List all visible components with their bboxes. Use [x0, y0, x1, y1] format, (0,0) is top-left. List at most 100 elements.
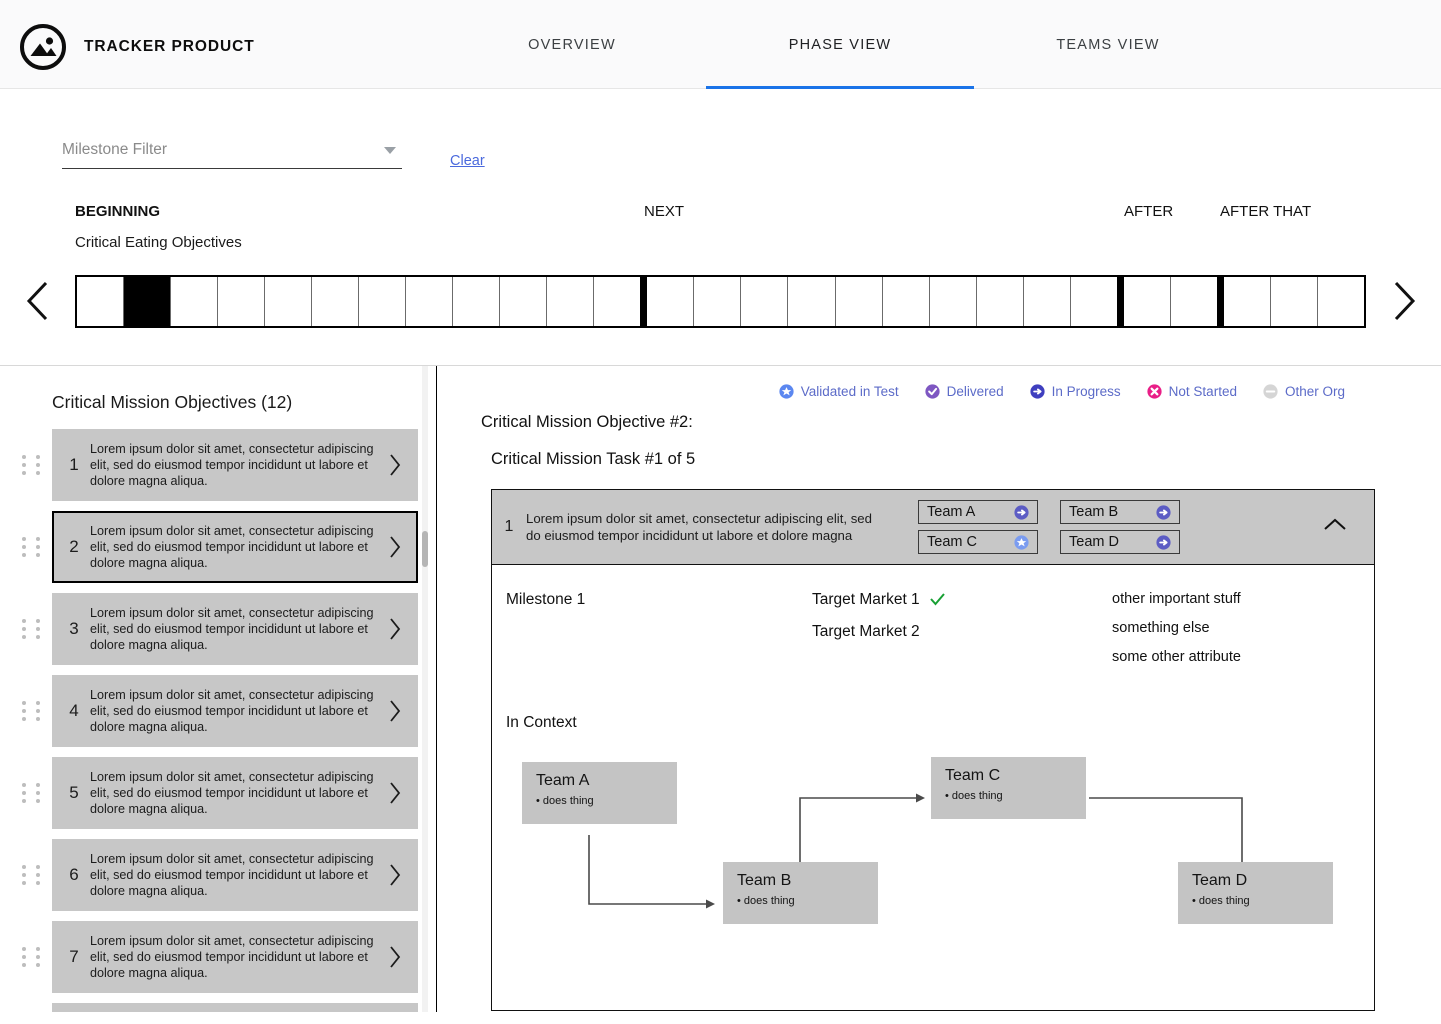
objective-card[interactable]: 3 Lorem ipsum dolor sit amet, consectetur… [52, 593, 418, 665]
flow-node[interactable]: Team A • does thing [522, 762, 677, 824]
timeline-cell[interactable] [694, 276, 742, 326]
objective-card[interactable]: 4 Lorem ipsum dolor sit amet, consectetur… [52, 675, 418, 747]
timeline-cell[interactable] [647, 276, 695, 326]
timeline-cell[interactable] [976, 276, 1024, 326]
chevron-up-icon [1322, 517, 1348, 538]
timeline-cell[interactable] [547, 276, 595, 326]
legend-item[interactable]: Other Org [1263, 384, 1345, 399]
chevron-right-icon[interactable] [384, 944, 406, 970]
team-chip-grid: Team A Team B Team C Team D [886, 500, 1296, 554]
clear-filter-link[interactable]: Clear [450, 153, 485, 169]
drag-handle-icon[interactable] [22, 698, 44, 724]
timeline-cell[interactable] [359, 276, 407, 326]
objectives-panel-title: Critical Mission Objectives (12) [52, 392, 293, 412]
phase-label-row: BEGINNING NEXT AFTER AFTER THAT [0, 203, 1441, 227]
legend-item[interactable]: In Progress [1030, 384, 1121, 399]
flow-node[interactable]: Team C • does thing [931, 757, 1086, 819]
flow-node-bullet: • does thing [945, 790, 1003, 802]
drag-handle-icon[interactable] [22, 862, 44, 888]
timeline-cell[interactable] [312, 276, 360, 326]
timeline-cell[interactable] [1270, 276, 1318, 326]
timeline-cell[interactable] [218, 276, 266, 326]
legend-item[interactable]: Validated in Test [779, 384, 899, 399]
team-chip[interactable]: Team B [1060, 500, 1180, 524]
legend-item[interactable]: Delivered [925, 384, 1004, 399]
drag-handle-icon[interactable] [22, 616, 44, 642]
tab-teams-view[interactable]: TEAMS VIEW [974, 0, 1242, 89]
task-description: Lorem ipsum dolor sit amet, consectetur … [526, 511, 872, 543]
phase-subtitle: Critical Eating Objectives [75, 234, 242, 251]
drag-handle-icon[interactable] [22, 534, 44, 560]
timeline-cell[interactable] [882, 276, 930, 326]
timeline-cell[interactable] [1223, 276, 1271, 326]
milestone-filter-select[interactable]: Milestone Filter [62, 141, 402, 169]
timeline-cell[interactable] [171, 276, 219, 326]
timeline-cell[interactable] [788, 276, 836, 326]
objective-number: 3 [69, 619, 79, 638]
chevron-right-icon[interactable] [384, 862, 406, 888]
timeline-track[interactable] [75, 274, 1366, 328]
objective-card[interactable]: 1 Lorem ipsum dolor sit amet, consectetur… [52, 429, 418, 501]
timeline-next-button[interactable] [1366, 265, 1441, 337]
objective-card[interactable]: 5 Lorem ipsum dolor sit amet, consectetur… [52, 757, 418, 829]
timeline-cell[interactable] [594, 276, 648, 326]
objective-row: 7 Lorem ipsum dolor sit amet, consectetur… [0, 921, 436, 993]
objectives-scrollbar[interactable] [422, 366, 428, 1012]
objective-card[interactable]: 6 Lorem ipsum dolor sit amet, consectetur… [52, 839, 418, 911]
chevron-right-icon[interactable] [384, 534, 406, 560]
team-flow-diagram: Team A • does thing Team B • does thing Team… [492, 742, 1374, 1010]
flow-node-title: Team C [945, 767, 1001, 784]
task-card: 1 Lorem ipsum dolor sit amet, consectetu… [491, 489, 1375, 1011]
chevron-right-icon[interactable] [384, 616, 406, 642]
task-card-header[interactable]: 1 Lorem ipsum dolor sit amet, consectetu… [492, 490, 1374, 565]
timeline-cell[interactable] [929, 276, 977, 326]
task-collapse-button[interactable] [1296, 517, 1374, 538]
scrollbar-thumb[interactable] [422, 531, 428, 567]
timeline-cell[interactable] [1070, 276, 1124, 326]
team-chip[interactable]: Team A [918, 500, 1038, 524]
timeline-cell[interactable] [265, 276, 313, 326]
timeline-cell[interactable] [1023, 276, 1071, 326]
timeline-cell[interactable] [124, 276, 172, 326]
brand: TRACKER PRODUCT [0, 0, 420, 72]
team-chip[interactable]: Team D [1060, 530, 1180, 554]
timeline-cell[interactable] [1123, 276, 1171, 326]
task-heading: Critical Mission Task #1 of 5 [491, 450, 696, 468]
flow-node[interactable]: Team D • does thing [1178, 862, 1333, 924]
timeline-cell[interactable] [453, 276, 501, 326]
chevron-right-icon[interactable] [384, 780, 406, 806]
objective-card[interactable]: 2 Lorem ipsum dolor sit amet, consectetur… [52, 511, 418, 583]
objective-number: 5 [69, 783, 79, 802]
timeline-cell[interactable] [500, 276, 548, 326]
timeline-cell[interactable] [1317, 276, 1364, 326]
main-tabs: OVERVIEW PHASE VIEW TEAMS VIEW [420, 0, 1441, 89]
objective-card[interactable]: 7 Lorem ipsum dolor sit amet, consectetur… [52, 921, 418, 993]
chevron-right-icon[interactable] [384, 452, 406, 478]
drag-handle-icon[interactable] [22, 780, 44, 806]
timeline-prev-button[interactable] [0, 265, 75, 337]
drag-handle-icon[interactable] [22, 944, 44, 970]
tab-overview[interactable]: OVERVIEW [438, 0, 706, 89]
objective-number: 7 [69, 947, 79, 966]
team-chip-label: Team D [1069, 534, 1119, 550]
flow-node[interactable]: Team B • does thing [723, 862, 878, 924]
timeline-cell[interactable] [406, 276, 454, 326]
target-market-row: Target Market 1 [812, 591, 1112, 609]
objective-text: Lorem ipsum dolor sit amet, consectetur … [90, 442, 374, 488]
chevron-left-icon [24, 280, 52, 322]
phase-timeline: BEGINNING NEXT AFTER AFTER THAT Critical Ea… [0, 169, 1441, 366]
drag-handle-icon[interactable] [22, 452, 44, 478]
team-chip-label: Team A [927, 504, 976, 520]
tab-phase-view[interactable]: PHASE VIEW [706, 0, 974, 89]
star-circle-icon [779, 384, 794, 399]
timeline-cell[interactable] [77, 276, 125, 326]
legend-item[interactable]: Not Started [1147, 384, 1237, 399]
team-chip[interactable]: Team C [918, 530, 1038, 554]
timeline-cell[interactable] [741, 276, 789, 326]
chevron-right-icon[interactable] [384, 698, 406, 724]
phase-label: AFTER [1124, 203, 1174, 220]
timeline-cell[interactable] [1170, 276, 1224, 326]
arrow-circle-icon [1156, 534, 1171, 550]
objective-card[interactable]: 8Lorem ipsum dolor sit amet, consectetur… [52, 1003, 418, 1012]
timeline-cell[interactable] [835, 276, 883, 326]
